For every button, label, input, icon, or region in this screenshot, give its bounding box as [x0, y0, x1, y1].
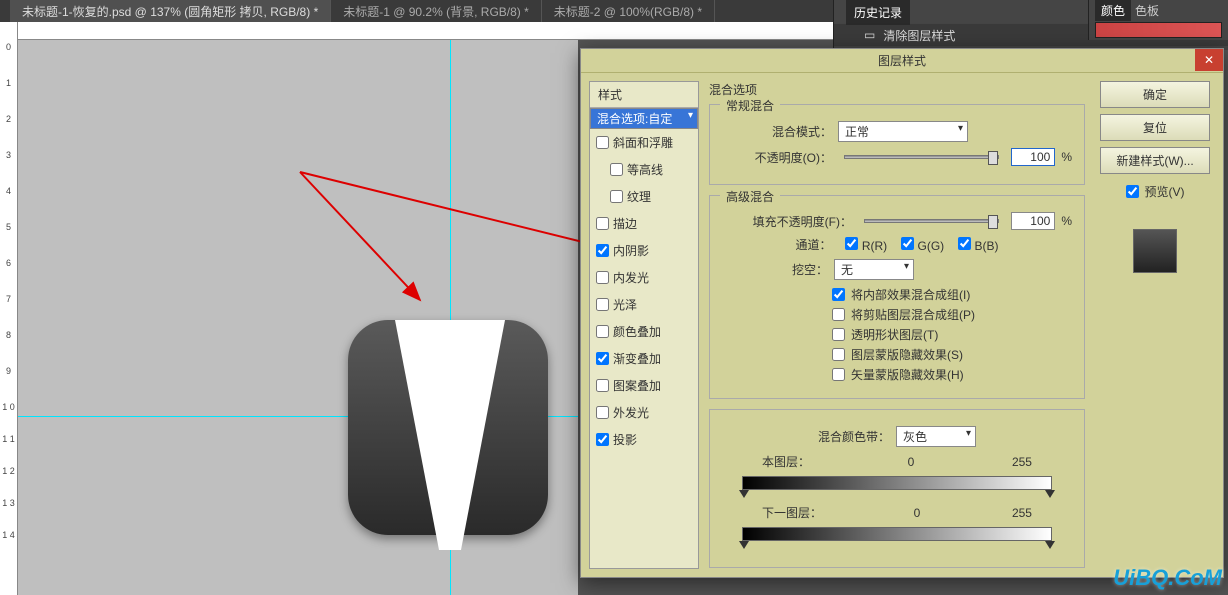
blend-if-group: 混合颜色带： 灰色 本图层： 0 255 下一图层： 0 255 — [709, 409, 1085, 568]
layer-style-dialog: 图层样式 ✕ 样式 混合选项:自定斜面和浮雕等高线纹理描边内阴影内发光光泽颜色叠… — [580, 48, 1224, 578]
layer-icon: ▭ — [864, 28, 875, 42]
blend-if-select[interactable]: 灰色 — [896, 426, 976, 447]
opacity-input[interactable] — [1011, 148, 1055, 166]
canvas[interactable] — [18, 40, 578, 595]
style-item-12[interactable]: 投影 — [590, 426, 698, 453]
dialog-buttons: 确定 复位 新建样式(W)... 预览(V) — [1095, 81, 1215, 569]
opacity-slider[interactable] — [844, 155, 999, 159]
color-swatch[interactable] — [1095, 22, 1222, 38]
doc-tab-3[interactable]: 未标题-2 @ 100%(RGB/8) * — [542, 0, 715, 23]
pen-shape-layer[interactable] — [395, 320, 505, 550]
underlying-layer-blend-slider[interactable] — [742, 527, 1052, 541]
knockout-select[interactable]: 无 — [834, 259, 914, 280]
doc-tab-1[interactable]: 未标题-1-恢复的.psd @ 137% (圆角矩形 拷贝, RGB/8) * — [10, 0, 331, 23]
advanced-blend-group: 高级混合 填充不透明度(F)： % 通道： R(R) G(G) B(B) 挖空：… — [709, 195, 1085, 399]
color-panel: 颜色 色板 — [1088, 0, 1228, 40]
history-tab[interactable]: 历史记录 — [846, 0, 910, 25]
blending-options: 混合选项 常规混合 混合模式： 正常 不透明度(O)： % 高级混合 填充不透明… — [709, 81, 1095, 569]
style-item-2[interactable]: 等高线 — [590, 156, 698, 183]
dialog-title[interactable]: 图层样式 ✕ — [581, 49, 1223, 73]
close-icon[interactable]: ✕ — [1195, 49, 1223, 71]
fill-opacity-input[interactable] — [1011, 212, 1055, 230]
style-item-8[interactable]: 颜色叠加 — [590, 318, 698, 345]
style-item-1[interactable]: 斜面和浮雕 — [590, 129, 698, 156]
rounded-rect-layer[interactable] — [348, 320, 548, 535]
blend-opts-title: 混合选项 — [709, 81, 1085, 98]
styles-header[interactable]: 样式 — [590, 82, 698, 108]
style-item-6[interactable]: 内发光 — [590, 264, 698, 291]
style-item-5[interactable]: 内阴影 — [590, 237, 698, 264]
style-item-11[interactable]: 外发光 — [590, 399, 698, 426]
preview-swatch — [1133, 229, 1177, 273]
blend-mode-select[interactable]: 正常 — [838, 121, 968, 142]
channel-b[interactable]: B(B) — [958, 237, 998, 253]
color-tab[interactable]: 颜色 — [1095, 0, 1131, 21]
style-item-7[interactable]: 光泽 — [590, 291, 698, 318]
preview-check[interactable]: 预览(V) — [1126, 183, 1185, 200]
transparency-shapes-check[interactable]: 透明形状图层(T) — [832, 326, 1072, 343]
fill-opacity-slider[interactable] — [864, 219, 999, 223]
styles-list: 样式 混合选项:自定斜面和浮雕等高线纹理描边内阴影内发光光泽颜色叠加渐变叠加图案… — [589, 81, 699, 569]
blend-interior-check[interactable]: 将内部效果混合成组(I) — [832, 286, 1072, 303]
style-item-10[interactable]: 图案叠加 — [590, 372, 698, 399]
watermark: UiBQ.CoM — [1113, 565, 1222, 591]
layer-mask-hides-check[interactable]: 图层蒙版隐藏效果(S) — [832, 346, 1072, 363]
new-style-button[interactable]: 新建样式(W)... — [1100, 147, 1210, 174]
style-item-3[interactable]: 纹理 — [590, 183, 698, 210]
ruler-vertical[interactable]: 0 1 2 3 4 5 6 7 8 9 1 0 1 1 1 2 1 3 1 4 — [0, 22, 18, 595]
ok-button[interactable]: 确定 — [1100, 81, 1210, 108]
cancel-button[interactable]: 复位 — [1100, 114, 1210, 141]
general-blend-group: 常规混合 混合模式： 正常 不透明度(O)： % — [709, 104, 1085, 185]
channel-g[interactable]: G(G) — [901, 237, 944, 253]
blend-clipped-check[interactable]: 将剪贴图层混合成组(P) — [832, 306, 1072, 323]
channel-r[interactable]: R(R) — [845, 237, 887, 253]
style-item-4[interactable]: 描边 — [590, 210, 698, 237]
style-item-9[interactable]: 渐变叠加 — [590, 345, 698, 372]
swatches-tab[interactable]: 色板 — [1135, 2, 1159, 19]
style-item-0[interactable]: 混合选项:自定 — [590, 108, 698, 129]
vector-mask-hides-check[interactable]: 矢量蒙版隐藏效果(H) — [832, 366, 1072, 383]
doc-tab-2[interactable]: 未标题-1 @ 90.2% (背景, RGB/8) * — [331, 0, 542, 23]
this-layer-blend-slider[interactable] — [742, 476, 1052, 490]
